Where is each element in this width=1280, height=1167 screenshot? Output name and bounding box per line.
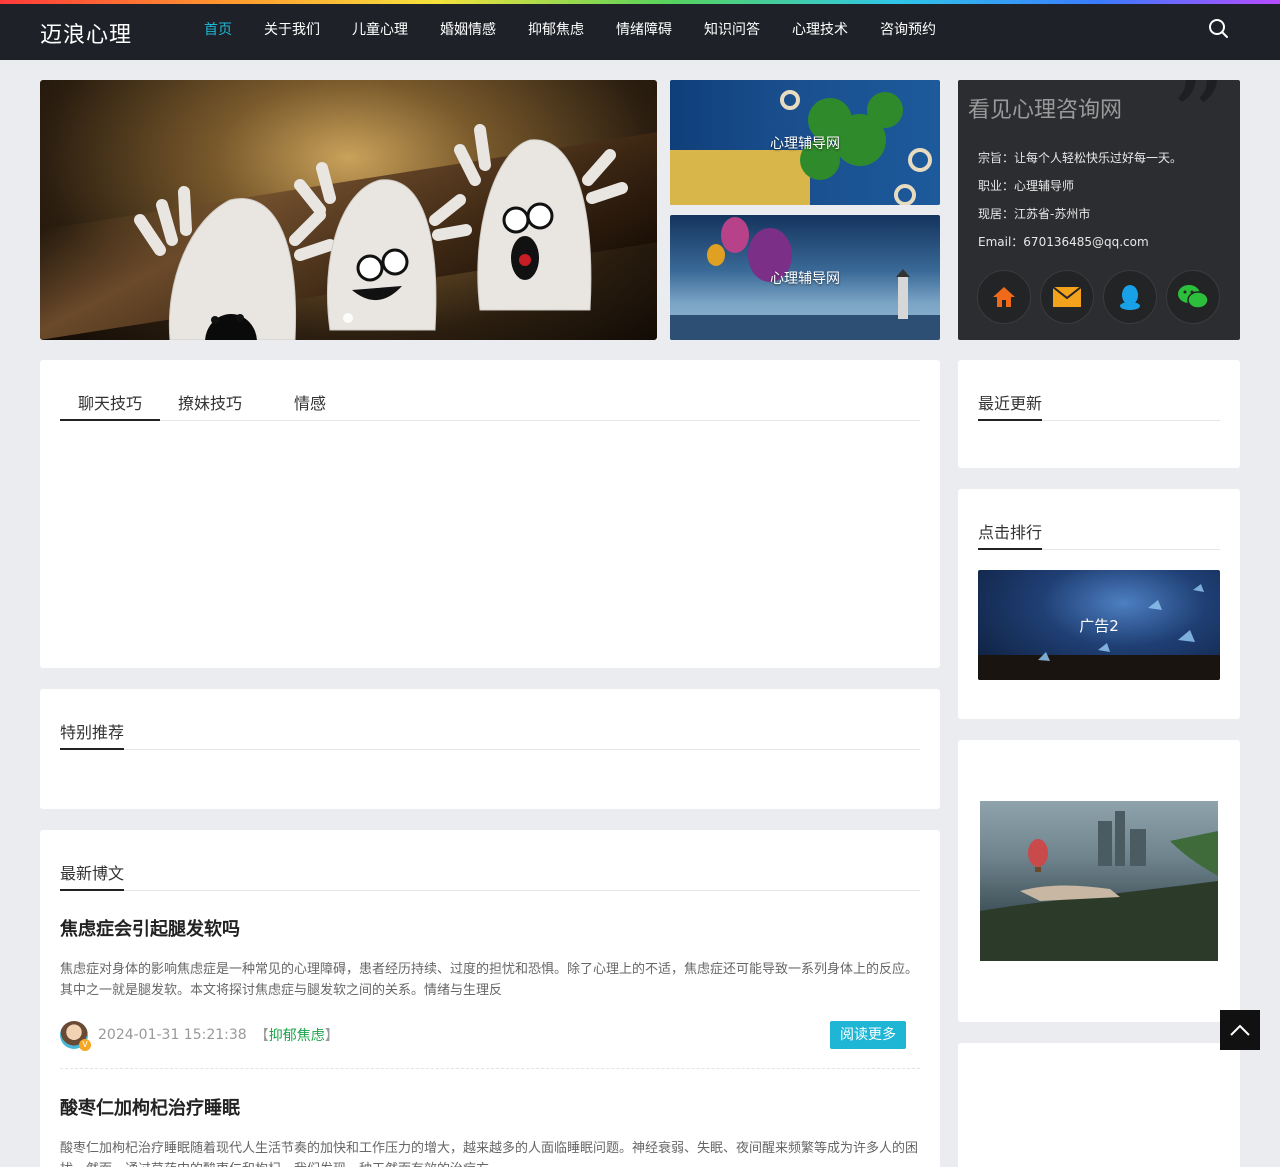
section-title: 最新博文: [60, 860, 920, 891]
tabs-card: 聊天技巧 撩妹技巧 情感: [40, 360, 940, 668]
main-nav: 首页 关于我们 儿童心理 婚姻情感 抑郁焦虑 情绪障碍 知识问答 心理技术 咨询…: [188, 4, 952, 60]
recent-updates-card: 最近更新: [958, 360, 1240, 468]
ad-caption: 广告2: [1079, 616, 1119, 635]
mail-button[interactable]: [1040, 270, 1094, 324]
post-excerpt: 焦虑症对身体的影响焦虑症是一种常见的心理障碍，患者经历持续、过度的担忧和恐惧。除…: [60, 962, 919, 998]
mail-icon: [1052, 286, 1082, 307]
tab-emotion[interactable]: 情感: [260, 390, 360, 420]
post-excerpt: 酸枣仁加枸杞治疗睡眠随着现代人生活节奏的加快和工作压力的增大，越来越多的人面临睡…: [60, 1141, 919, 1167]
chevron-up-icon: [1230, 1024, 1250, 1036]
profile-title: 看见心理咨询网: [968, 98, 1123, 123]
home-icon: [993, 287, 1015, 307]
home-button[interactable]: [977, 270, 1031, 324]
nav-item-qa[interactable]: 知识问答: [688, 4, 776, 60]
nav-item-depression[interactable]: 抑郁焦虑: [512, 4, 600, 60]
side-image-balloons[interactable]: 心理辅导网: [670, 215, 940, 340]
side-image-vegetables[interactable]: 心理辅导网: [670, 80, 940, 205]
post-date: 2024-01-31 15:21:38: [98, 1027, 247, 1043]
side-image-caption: 心理辅导网: [770, 270, 840, 287]
profile-location: 现居：江苏省-苏州市: [978, 207, 1091, 221]
tab-chat-skills[interactable]: 聊天技巧: [60, 390, 160, 421]
back-to-top-button[interactable]: [1220, 1010, 1260, 1050]
nav-item-emotion[interactable]: 情绪障碍: [600, 4, 688, 60]
carousel-dot[interactable]: [343, 313, 353, 323]
profile-motto: 宗旨：让每个人轻松快乐过好每一天。: [978, 151, 1183, 165]
tab-bar: 聊天技巧 撩妹技巧 情感: [60, 390, 920, 421]
section-title: 最近更新: [978, 390, 1220, 421]
banner-carousel[interactable]: [40, 80, 657, 340]
post-category[interactable]: 抑郁焦虑: [269, 1025, 325, 1045]
nav-item-marriage[interactable]: 婚姻情感: [424, 4, 512, 60]
search-icon[interactable]: [1206, 16, 1232, 42]
qq-icon: [1120, 285, 1140, 310]
latest-posts-card: 最新博文 焦虑症会引起腿发软吗 焦虑症对身体的影响焦虑症是一种常见的心理障碍，患…: [40, 830, 940, 1167]
category-bracket-open: 【: [254, 1028, 269, 1044]
profile-job: 职业：心理辅导师: [978, 179, 1075, 193]
ghost-figures-image: [134, 124, 628, 340]
post-divider: [60, 1068, 920, 1069]
nav-item-home[interactable]: 首页: [188, 4, 248, 60]
fantasy-image[interactable]: [980, 801, 1218, 961]
latest-heading: 最新博文: [60, 860, 125, 891]
tab-flirting-skills[interactable]: 撩妹技巧: [160, 390, 260, 420]
recommend-heading: 特别推荐: [60, 719, 125, 750]
category-bracket-close: 】: [324, 1028, 339, 1044]
castle-hand-image: [980, 811, 1218, 961]
site-header: 迈浪心理 首页 关于我们 儿童心理 婚姻情感 抑郁焦虑 情绪障碍 知识问答 心理…: [0, 4, 1280, 60]
avatar[interactable]: V: [60, 1021, 91, 1051]
post-title[interactable]: 酸枣仁加枸杞治疗睡眠: [60, 1094, 240, 1120]
verified-badge-icon: V: [79, 1039, 91, 1051]
nav-item-about[interactable]: 关于我们: [248, 4, 336, 60]
nav-item-child[interactable]: 儿童心理: [336, 4, 424, 60]
nav-item-technique[interactable]: 心理技术: [776, 4, 864, 60]
site-logo[interactable]: 迈浪心理: [40, 17, 132, 49]
image-card: [958, 740, 1240, 1022]
profile-card: ” 看见心理咨询网 宗旨：让每个人轻松快乐过好每一天。 职业：心理辅导师 现居：…: [958, 80, 1240, 340]
read-more-button[interactable]: 阅读更多: [830, 1021, 906, 1049]
section-title: 点击排行: [978, 519, 1220, 550]
rank-heading: 点击排行: [978, 519, 1043, 550]
blank-card: [958, 1043, 1240, 1167]
profile-email: Email：670136485@qq.com: [978, 235, 1149, 249]
qq-button[interactable]: [1103, 270, 1157, 324]
side-image-caption: 心理辅导网: [770, 135, 840, 152]
nav-item-booking[interactable]: 咨询预约: [864, 4, 952, 60]
post-meta: V 2024-01-31 15:21:38 【 抑郁焦虑 】: [60, 1020, 339, 1051]
click-ranking-card: 点击排行 广告2: [958, 489, 1240, 719]
ad-image[interactable]: 广告2: [978, 570, 1220, 680]
recent-heading: 最近更新: [978, 390, 1043, 421]
section-title: 特别推荐: [60, 719, 920, 750]
recommend-card: 特别推荐: [40, 689, 940, 809]
wechat-icon: [1178, 285, 1209, 309]
post-title[interactable]: 焦虑症会引起腿发软吗: [60, 915, 240, 941]
wechat-button[interactable]: [1166, 270, 1220, 324]
